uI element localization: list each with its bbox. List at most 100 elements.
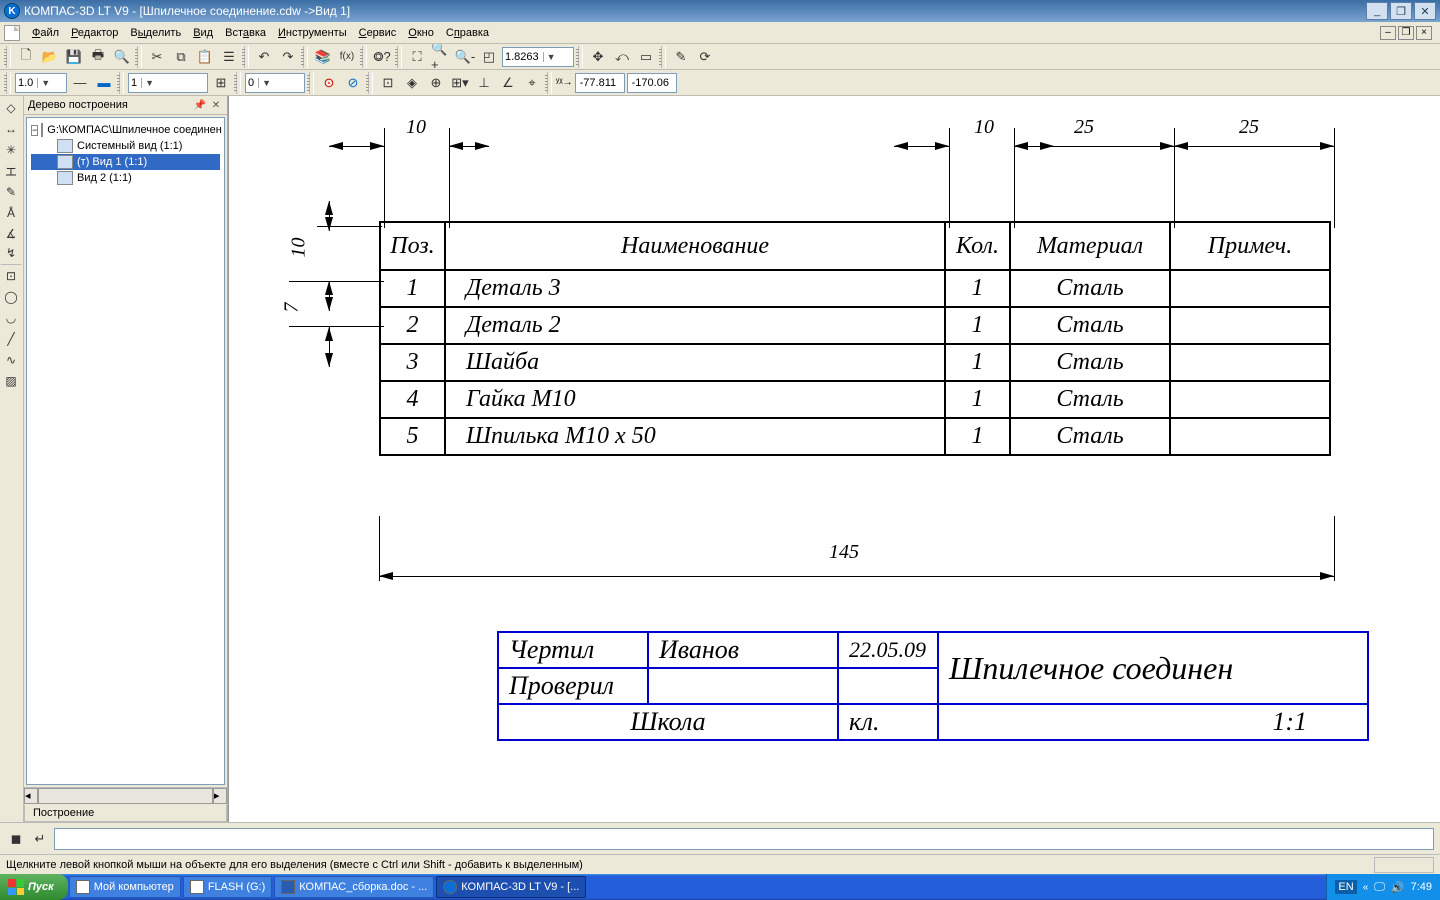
redraw-button[interactable]: ✎ xyxy=(670,46,692,68)
save-button[interactable]: 💾 xyxy=(63,46,85,68)
prop-apply-button[interactable]: ↵ xyxy=(30,829,50,849)
prop-stop-button[interactable]: ◼ xyxy=(6,829,26,849)
redo-button[interactable]: ↷ xyxy=(277,46,299,68)
tree-scrollbar[interactable] xyxy=(38,788,213,804)
open-button[interactable]: 📂 xyxy=(39,46,61,68)
property-panel: ◼ ↵ xyxy=(0,822,1440,854)
tree-scroll-right[interactable]: ▸ xyxy=(213,788,227,804)
tree-node-sysview[interactable]: Системный вид (1:1) xyxy=(31,138,220,154)
zoom-all-button[interactable]: ▭ xyxy=(635,46,657,68)
menu-file[interactable]: Файл xyxy=(26,25,65,41)
new-button[interactable]: 🗋 xyxy=(15,46,37,68)
magnet-off-button[interactable]: ⊘ xyxy=(342,72,364,94)
tree-node-view1[interactable]: (т) Вид 1 (1:1) xyxy=(31,154,220,170)
coord-y-field[interactable]: -170.06 xyxy=(627,73,677,93)
tree-tab-build[interactable]: Построение xyxy=(24,805,227,822)
properties-button[interactable]: ☰ xyxy=(218,46,240,68)
snap-end-button[interactable]: ⊡ xyxy=(377,72,399,94)
tree-close-button[interactable]: ✕ xyxy=(209,98,223,112)
command-input[interactable] xyxy=(54,828,1434,850)
layer-combo[interactable]: 1▼ xyxy=(128,73,208,93)
linestyle-button[interactable]: — xyxy=(69,72,91,94)
mdi-restore-button[interactable]: ❐ xyxy=(1398,26,1414,40)
line-tool[interactable]: ╱ xyxy=(0,329,22,349)
edit-tool[interactable]: ✎ xyxy=(0,182,22,202)
copy-button[interactable]: ⧉ xyxy=(170,46,192,68)
close-button[interactable]: ✕ xyxy=(1414,2,1436,20)
cut-button[interactable]: ✂ xyxy=(146,46,168,68)
select-tool[interactable]: ↯ xyxy=(0,245,22,265)
arc-tool[interactable]: ◡ xyxy=(0,308,22,328)
snap-angle-button[interactable]: ∠ xyxy=(497,72,519,94)
snap-center-button[interactable]: ⊕ xyxy=(425,72,447,94)
zoom-prev-button[interactable]: ⤺ xyxy=(611,46,633,68)
menu-view[interactable]: Вид xyxy=(187,25,219,41)
hatch-tool[interactable]: ▨ xyxy=(0,371,22,391)
circle-tool[interactable]: ◯ xyxy=(0,287,22,307)
magnet-on-button[interactable]: ⊙ xyxy=(318,72,340,94)
menu-edit[interactable]: Редактор xyxy=(65,25,124,41)
variables-button[interactable]: f(x) xyxy=(336,46,358,68)
dim-25-a: 25 xyxy=(1074,116,1094,139)
zoom-in-button[interactable]: 🔍+ xyxy=(430,46,452,68)
measure-tool[interactable]: ∡ xyxy=(0,224,22,244)
layer-mgr-button[interactable]: ⊞ xyxy=(210,72,232,94)
symbol-tool[interactable]: ✳ xyxy=(0,140,22,160)
restore-button[interactable]: ❐ xyxy=(1390,2,1412,20)
menu-window[interactable]: Окно xyxy=(402,25,440,41)
pan-button[interactable]: ✥ xyxy=(587,46,609,68)
menu-insert[interactable]: Вставка xyxy=(219,25,272,41)
start-button[interactable]: Пуск xyxy=(0,874,68,900)
tree-node-view2[interactable]: Вид 2 (1:1) xyxy=(31,170,220,186)
library-button[interactable]: 📚 xyxy=(312,46,334,68)
point-tool[interactable]: ⊡ xyxy=(0,266,22,286)
undo-button[interactable]: ↶ xyxy=(253,46,275,68)
snap-ortho-button[interactable]: ⊥ xyxy=(473,72,495,94)
tree-body[interactable]: −G:\КОМПАС\Шпилечное соединен Системный … xyxy=(26,117,225,785)
tray-clock[interactable]: 7:49 xyxy=(1411,881,1432,893)
taskbar-item-mycomputer[interactable]: Мой компьютер xyxy=(69,876,181,898)
tray-expand-icon[interactable]: « xyxy=(1363,882,1369,893)
menu-tools[interactable]: Инструменты xyxy=(272,25,353,41)
help-arrow-button[interactable]: ⭗? xyxy=(371,46,393,68)
mdi-close-button[interactable]: × xyxy=(1416,26,1432,40)
snap-grid-button[interactable]: ⊞▾ xyxy=(449,72,471,94)
tray-icon-2[interactable]: 🔊 xyxy=(1391,881,1405,894)
zoom-fit-button[interactable]: ⛶ xyxy=(406,46,428,68)
title-block: Чертил Иванов 22.05.09 Шпилечное соедине… xyxy=(497,631,1369,741)
tree-root[interactable]: −G:\КОМПАС\Шпилечное соединен xyxy=(31,122,220,138)
taskbar-item-kompas[interactable]: КОМПАС-3D LT V9 - [... xyxy=(436,876,586,898)
color-button[interactable]: ▬ xyxy=(93,72,115,94)
snap-mid-button[interactable]: ◈ xyxy=(401,72,423,94)
linewidth-combo[interactable]: 1.0▼ xyxy=(15,73,67,93)
coord-x-field[interactable]: -77.811 xyxy=(575,73,625,93)
print-button[interactable]: 🖶 xyxy=(87,46,109,68)
taskbar: Пуск Мой компьютер FLASH (G:) КОМПАС_сбо… xyxy=(0,874,1440,900)
tray-lang[interactable]: EN xyxy=(1335,880,1356,894)
refresh-button[interactable]: ⟳ xyxy=(694,46,716,68)
tray-icon-1[interactable]: 🖵 xyxy=(1374,881,1385,894)
document-icon xyxy=(4,25,20,41)
geometry-tool[interactable]: ◇ xyxy=(0,98,22,118)
zoom-combo[interactable]: 1.8263▼ xyxy=(502,47,574,67)
paste-button[interactable]: 📋 xyxy=(194,46,216,68)
tree-scroll-left[interactable]: ◂ xyxy=(24,788,38,804)
state-combo[interactable]: 0▼ xyxy=(245,73,305,93)
zoom-window-button[interactable]: ◰ xyxy=(478,46,500,68)
minimize-button[interactable]: _ xyxy=(1366,2,1388,20)
preview-button[interactable]: 🔍 xyxy=(111,46,133,68)
param-tool[interactable]: Å xyxy=(0,203,22,223)
zoom-out-button[interactable]: 🔍- xyxy=(454,46,476,68)
snap-local-button[interactable]: ⌖ xyxy=(521,72,543,94)
menu-select[interactable]: Выделить xyxy=(124,25,187,41)
spline-tool[interactable]: ∿ xyxy=(0,350,22,370)
dimension-tool[interactable]: ↔ xyxy=(0,119,22,139)
tree-pin-button[interactable]: 📌 xyxy=(193,98,207,112)
taskbar-item-word[interactable]: КОМПАС_сборка.doc - ... xyxy=(274,876,434,898)
text-tool[interactable]: エ xyxy=(0,161,22,181)
menu-help[interactable]: Справка xyxy=(440,25,495,41)
drawing-canvas[interactable]: 10 10 25 25 10 7 xyxy=(228,96,1440,822)
menu-service[interactable]: Сервис xyxy=(353,25,403,41)
mdi-minimize-button[interactable]: – xyxy=(1380,26,1396,40)
taskbar-item-flash[interactable]: FLASH (G:) xyxy=(183,876,272,898)
